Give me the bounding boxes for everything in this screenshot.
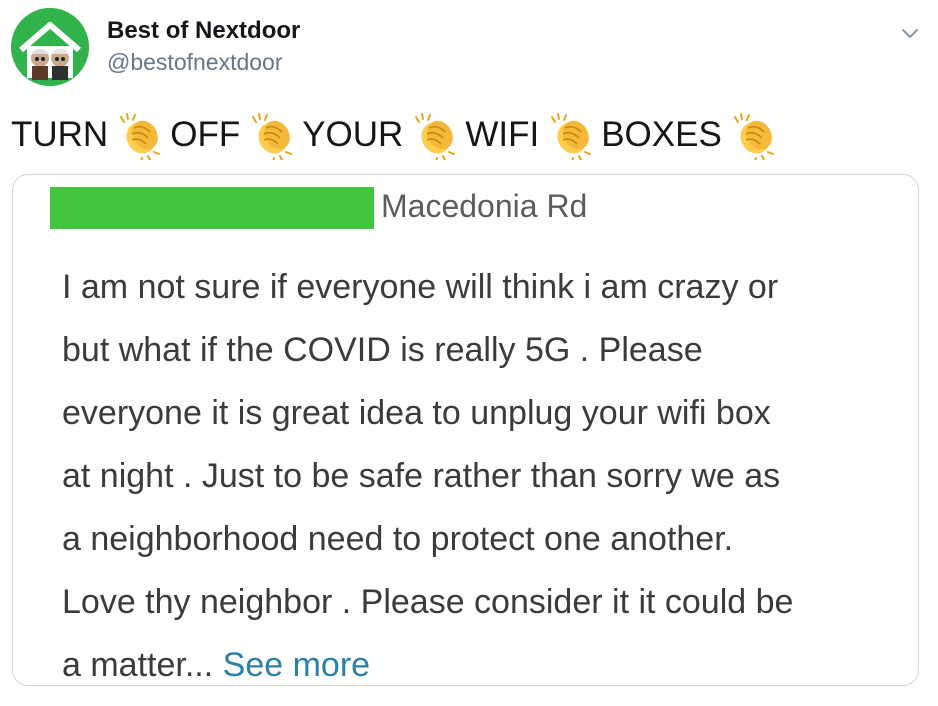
post-line: but what if the COVID is really 5G . Ple…	[62, 331, 703, 369]
post-line-last: a matter... See more	[62, 634, 892, 685]
clapping-hands-icon	[114, 110, 164, 160]
post-line: a neighborhood need to protect one anoth…	[62, 520, 734, 558]
tweet-text: TURN OFF YOUR WIFI BOXES	[11, 109, 784, 161]
post-line: everyone it is great idea to unplug your…	[62, 394, 771, 432]
account-name[interactable]: Best of Nextdoor	[107, 17, 300, 45]
post-location: Macedonia Rd	[381, 188, 588, 224]
post-line: Love thy neighbor . Please consider it i…	[62, 583, 794, 621]
clapping-hands-icon	[246, 110, 296, 160]
avatar[interactable]	[11, 8, 89, 86]
chevron-down-icon[interactable]	[899, 22, 921, 44]
tweet-word: BOXES	[601, 115, 722, 154]
account-handle[interactable]: @bestofnextdoor	[107, 49, 283, 76]
clapping-hands-icon	[545, 110, 595, 160]
embedded-post-card[interactable]: Macedonia Rd I am not sure if everyone w…	[12, 174, 919, 686]
clapping-hands-icon	[728, 110, 778, 160]
tweet-word: OFF	[170, 115, 241, 154]
post-line-text: a matter...	[62, 646, 214, 684]
nextdoor-house-avatar-icon	[11, 8, 89, 86]
tweet-header: Best of Nextdoor @bestofnextdoor	[11, 8, 927, 88]
tweet-word: TURN	[11, 115, 109, 154]
post-line: at night . Just to be safe rather than s…	[62, 457, 781, 495]
clapping-hands-icon	[409, 110, 459, 160]
post-line: I am not sure if everyone will think i a…	[62, 268, 779, 306]
tweet-word: WIFI	[465, 115, 540, 154]
see-more-link[interactable]: See more	[223, 646, 370, 684]
post-body: I am not sure if everyone will think i a…	[62, 256, 892, 685]
redacted-name-block	[50, 187, 374, 229]
tweet-word: YOUR	[302, 115, 404, 154]
